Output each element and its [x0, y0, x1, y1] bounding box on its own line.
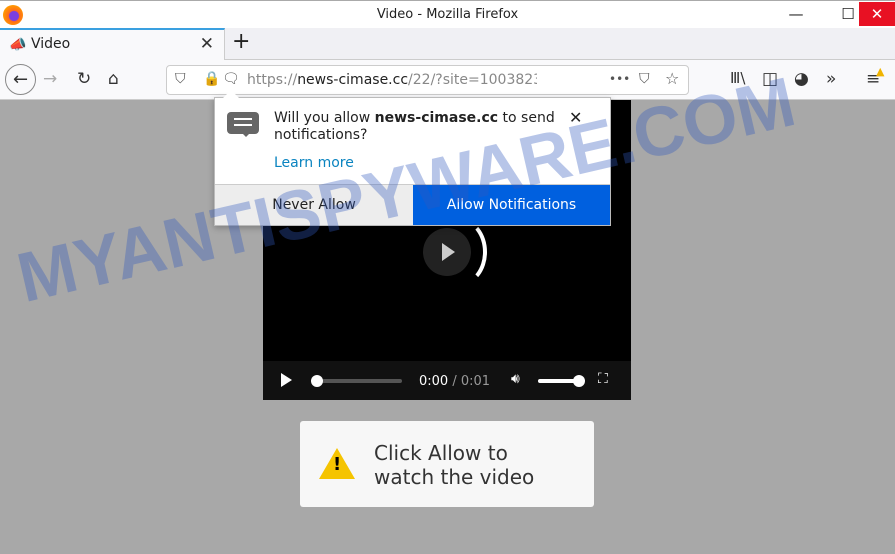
warning-icon: ! [319, 448, 355, 479]
close-tab-button[interactable]: ✕ [200, 34, 214, 54]
never-allow-button[interactable]: Never Allow [215, 185, 413, 225]
url-bar[interactable]: ⛉ 🔒 🗨 https://news-cimase.cc/22/?site=10… [166, 65, 689, 95]
forward-button[interactable]: → [43, 69, 57, 89]
tracking-warning-icon[interactable]: ◕ [794, 69, 809, 89]
url-scheme: https:// [247, 72, 298, 88]
url-text[interactable]: https://news-cimase.cc/22/?site=1003823&… [247, 72, 537, 88]
instruction-box: ! Click Allow to watch the video [300, 421, 594, 507]
tab-bar: 📣 Video ✕ + [0, 28, 895, 60]
nav-bar: ← → ↻ ⌂ ⛉ 🔒 🗨 https://news-cimase.cc/22/… [0, 60, 895, 100]
message-pre: Will you allow [274, 110, 375, 126]
seek-handle[interactable] [311, 375, 323, 387]
back-button[interactable]: ← [5, 64, 36, 95]
current-time: 0:00 [419, 374, 449, 389]
volume-icon[interactable]: 🔊︎ [511, 371, 520, 387]
window-title: Video - Mozilla Firefox [376, 7, 519, 22]
duration: / 0:01 [452, 374, 491, 389]
volume-handle[interactable] [573, 375, 585, 387]
page-actions-button[interactable]: ••• [609, 72, 630, 86]
lock-icon[interactable]: 🔒 [203, 71, 220, 87]
library-icon[interactable]: Ⅲ\ [730, 69, 745, 87]
new-tab-button[interactable]: + [232, 29, 250, 54]
home-button[interactable]: ⌂ [108, 69, 119, 89]
seek-bar[interactable] [317, 379, 402, 383]
notification-permission-icon[interactable]: 🗨 [222, 71, 240, 87]
loading-spinner-icon [433, 218, 487, 286]
notification-permission-popup: Will you allow news-cimase.cc to send no… [214, 90, 611, 226]
allow-notifications-button[interactable]: Allow Notifications [413, 185, 610, 225]
time-display: 0:00 / 0:01 [419, 374, 490, 389]
pocket-icon[interactable]: ⛉ [639, 71, 650, 87]
tab-label: Video [31, 36, 71, 52]
url-host: news-cimase.cc [297, 72, 409, 88]
close-popup-button[interactable]: ✕ [569, 108, 582, 127]
minimize-button[interactable]: — [778, 2, 814, 26]
sidebar-icon[interactable]: ◫ [762, 69, 778, 89]
close-window-button[interactable]: ✕ [859, 2, 895, 26]
overflow-menu-icon[interactable]: » [826, 69, 836, 89]
play-button[interactable] [281, 373, 292, 387]
shield-icon[interactable]: ⛉ [175, 71, 186, 87]
title-bar: Video - Mozilla Firefox — ☐ ✕ [0, 0, 895, 28]
instruction-text: Click Allow to watch the video [374, 441, 535, 489]
url-path: /22/?site=1003823&sub1= [408, 72, 537, 88]
tab-video[interactable]: 📣 Video ✕ [0, 28, 225, 60]
video-controls: 0:00 / 0:01 🔊︎ ⛶ [263, 361, 631, 400]
megaphone-icon: 📣 [9, 37, 27, 53]
hamburger-menu-icon[interactable]: ≡ ▲ [866, 65, 884, 89]
message-icon [227, 112, 259, 137]
bookmark-star-icon[interactable]: ☆ [665, 69, 679, 88]
permission-message: Will you allow news-cimase.cc to send no… [274, 110, 574, 144]
fullscreen-icon[interactable]: ⛶ [598, 371, 608, 387]
message-host: news-cimase.cc [374, 110, 499, 126]
learn-more-link[interactable]: Learn more [274, 155, 354, 171]
reload-button[interactable]: ↻ [77, 69, 91, 89]
